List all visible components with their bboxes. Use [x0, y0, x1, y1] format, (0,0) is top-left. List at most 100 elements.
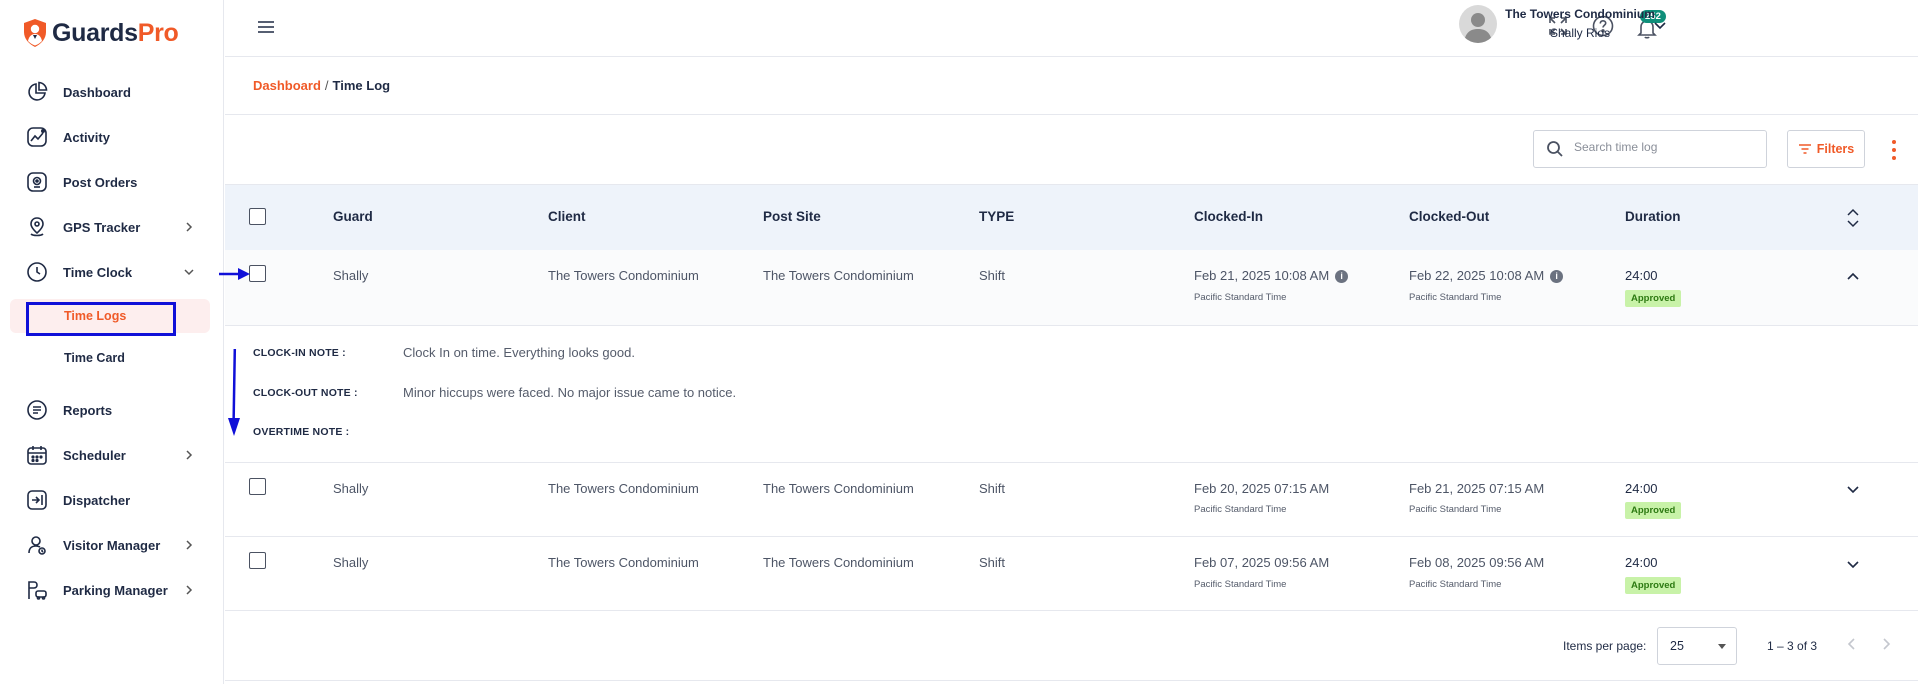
- user-organization: The Towers Condominium: [1505, 7, 1655, 21]
- cell-clocked-out: Feb 08, 2025 09:56 AM: [1409, 555, 1545, 570]
- info-icon[interactable]: i: [1335, 270, 1349, 283]
- sidebar-item-time-clock[interactable]: Time Clock: [0, 254, 224, 290]
- cell-post-site: The Towers Condominium: [763, 268, 914, 283]
- column-header-clocked-out[interactable]: Clocked-Out: [1409, 209, 1489, 224]
- clock-out-timezone: Pacific Standard Time: [1409, 292, 1502, 303]
- status-badge: Approved: [1625, 577, 1682, 594]
- pie-chart-icon: [28, 81, 48, 101]
- user-silhouette-icon: [1464, 13, 1492, 43]
- overtime-note-label: OVERTIME NOTE :: [253, 426, 350, 438]
- report-icon: [27, 400, 47, 420]
- sidebar-item-label: Activity: [63, 129, 110, 145]
- sidebar-item-label: Dispatcher: [63, 492, 131, 508]
- clock-out-time: Feb 22, 2025 10:08 AM: [1409, 268, 1545, 283]
- sidebar-item-visitor-manager[interactable]: Visitor Manager: [0, 527, 224, 563]
- items-per-page-label: Items per page:: [1563, 639, 1647, 653]
- logo[interactable]: GuardsPro: [22, 18, 179, 48]
- info-icon[interactable]: i: [1550, 270, 1564, 283]
- table-row[interactable]: Shally The Towers Condominium The Towers…: [225, 463, 1918, 537]
- sidebar-item-scheduler[interactable]: Scheduler: [0, 437, 224, 473]
- sidebar-item-label: GPS Tracker: [63, 219, 141, 235]
- breadcrumb-dashboard-link[interactable]: Dashboard: [253, 78, 321, 93]
- chevron-down-icon[interactable]: [1653, 18, 1667, 32]
- chevron-down-icon: [184, 269, 194, 276]
- cell-clocked-out: Feb 21, 2025 07:15 AM: [1409, 481, 1545, 496]
- parking-icon: [28, 581, 47, 600]
- clock-in-time: Feb 21, 2025 10:08 AM: [1194, 268, 1330, 283]
- status-badge: Approved: [1625, 502, 1682, 519]
- previous-page-icon[interactable]: [1843, 635, 1861, 653]
- column-header-client[interactable]: Client: [548, 209, 586, 224]
- cell-guard: Shally: [333, 268, 369, 283]
- clock-icon: [27, 262, 47, 282]
- sidebar-item-post-orders[interactable]: Post Orders: [0, 164, 224, 200]
- cell-clocked-in: Feb 20, 2025 07:15 AM: [1194, 481, 1330, 496]
- row-checkbox[interactable]: [249, 478, 266, 495]
- table-row[interactable]: Shally The Towers Condominium The Towers…: [225, 250, 1918, 326]
- column-header-post-site[interactable]: Post Site: [763, 209, 821, 224]
- logo-text-guards: Guards: [52, 18, 138, 47]
- activity-icon: [27, 127, 47, 147]
- breadcrumb: Dashboard / Time Log: [253, 78, 390, 93]
- more-options-icon[interactable]: [1889, 138, 1899, 162]
- sidebar-item-reports[interactable]: Reports: [0, 392, 224, 428]
- clock-out-note-text: Minor hiccups were faced. No major issue…: [403, 385, 737, 400]
- cell-type: Shift: [979, 481, 1006, 496]
- annotation-highlight-box: [26, 302, 176, 336]
- chevron-down-icon[interactable]: [1845, 481, 1861, 497]
- sidebar-subitem-time-card[interactable]: Time Card: [10, 341, 210, 375]
- cell-clocked-out: Feb 22, 2025 10:08 AM i: [1409, 268, 1564, 283]
- column-header-guard[interactable]: Guard: [333, 209, 373, 224]
- items-per-page-select[interactable]: 25: [1657, 627, 1737, 665]
- avatar[interactable]: [1459, 5, 1497, 43]
- sidebar: GuardsPro Dashboard Activity Post Orders…: [0, 0, 224, 684]
- visitor-icon: [28, 536, 46, 555]
- select-all-checkbox[interactable]: [249, 208, 266, 225]
- sidebar-item-label: Reports: [63, 402, 113, 418]
- next-page-icon[interactable]: [1877, 635, 1895, 653]
- sidebar-item-label: Time Clock: [63, 264, 133, 280]
- cell-duration: 24:00: [1625, 555, 1658, 570]
- cell-post-site: The Towers Condominium: [763, 555, 914, 570]
- table-row[interactable]: Shally The Towers Condominium The Towers…: [225, 537, 1918, 611]
- cell-client: The Towers Condominium: [548, 481, 699, 496]
- logo-text-pro: Pro: [137, 18, 179, 47]
- column-header-duration[interactable]: Duration: [1625, 209, 1681, 224]
- sidebar-item-dispatcher[interactable]: Dispatcher: [0, 482, 224, 518]
- sort-icon[interactable]: [1845, 207, 1861, 229]
- shield-logo-icon: [24, 19, 46, 47]
- row-checkbox[interactable]: [249, 552, 266, 569]
- cell-client: The Towers Condominium: [548, 555, 699, 570]
- chevron-right-icon: [186, 450, 193, 460]
- sidebar-item-activity[interactable]: Activity: [0, 119, 224, 155]
- sidebar-subitem-label: Time Card: [64, 351, 125, 365]
- column-header-type[interactable]: TYPE: [979, 209, 1014, 224]
- menu-icon[interactable]: [256, 17, 276, 37]
- sidebar-item-label: Scheduler: [63, 447, 126, 463]
- filters-button[interactable]: Filters: [1787, 130, 1865, 168]
- map-pin-icon: [30, 217, 44, 237]
- clock-in-note-text: Clock In on time. Everything looks good.: [403, 345, 635, 360]
- search-box[interactable]: [1533, 130, 1767, 168]
- post-orders-icon: [27, 172, 47, 192]
- sidebar-item-label: Parking Manager: [63, 582, 168, 598]
- search-input[interactable]: [1574, 140, 1754, 154]
- sidebar-item-gps-tracker[interactable]: GPS Tracker: [0, 209, 224, 245]
- row-checkbox[interactable]: [249, 265, 266, 282]
- sidebar-item-parking-manager[interactable]: Parking Manager: [0, 572, 224, 608]
- sidebar-item-label: Dashboard: [63, 84, 131, 100]
- breadcrumb-bar: Dashboard / Time Log: [225, 57, 1918, 115]
- pagination-range: 1 – 3 of 3: [1767, 639, 1818, 653]
- filters-label: Filters: [1816, 142, 1855, 156]
- table-header: Guard Client Post Site TYPE Clocked-In C…: [225, 184, 1918, 250]
- filter-icon: [1798, 144, 1811, 154]
- chevron-down-icon[interactable]: [1845, 556, 1861, 572]
- cell-type: Shift: [979, 555, 1006, 570]
- sidebar-item-dashboard[interactable]: Dashboard: [0, 74, 224, 110]
- calendar-icon: [27, 446, 47, 465]
- cell-client: The Towers Condominium: [548, 268, 699, 283]
- column-header-clocked-in[interactable]: Clocked-In: [1194, 209, 1263, 224]
- sidebar-item-label: Visitor Manager: [63, 537, 161, 553]
- chevron-up-icon[interactable]: [1845, 268, 1861, 284]
- app-root: GuardsPro Dashboard Activity Post Orders…: [0, 0, 1918, 684]
